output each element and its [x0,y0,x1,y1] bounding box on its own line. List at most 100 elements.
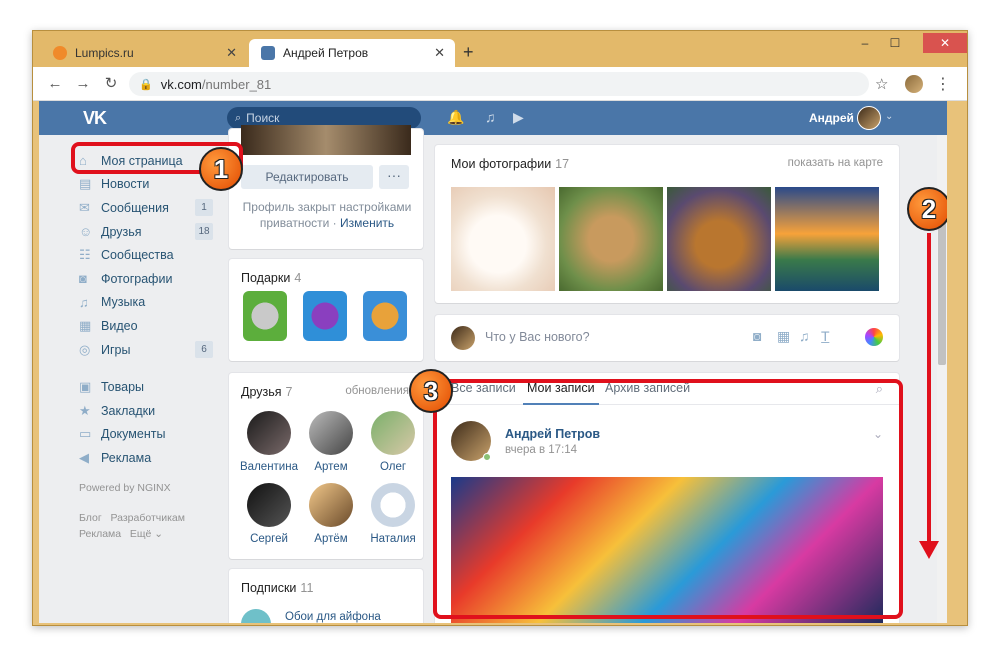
composer-card: Что у Вас нового? ◙ ▦ ♫ T̲ [435,315,899,361]
maximize-button[interactable]: ☐ [881,33,909,53]
friend-tile[interactable]: Валентина [239,411,299,473]
footer-link-dev[interactable]: Разработчикам [110,512,185,524]
privacy-change-link[interactable]: Изменить [340,216,394,230]
gift-2[interactable] [303,291,347,341]
browser-profile-avatar[interactable] [905,75,923,93]
nav-item-3[interactable]: ☺ Друзья 18 [79,220,219,244]
composer-input[interactable]: Что у Вас нового? [485,330,590,344]
nav-item-2[interactable]: ✉ Сообщения 1 [79,196,219,220]
more-button[interactable]: ··· [379,165,409,189]
friends-title-text: Друзья [241,385,282,399]
nav-label: Видео [101,318,138,333]
reload-icon[interactable]: ↻ [101,74,121,94]
tab-vk-profile[interactable]: Андрей Петров ✕ [249,39,455,67]
lock-icon: 🔒 [139,78,153,91]
tab-close-icon[interactable]: ✕ [434,45,445,61]
new-tab-button[interactable]: + [463,43,474,61]
friends-title: Друзья 7 [241,385,293,399]
privacy-notice: Профиль закрыт настройками приватности ·… [239,199,415,231]
nav2-item-0[interactable]: ▣ Товары [79,375,219,399]
photo-cougar-cub[interactable] [559,187,663,291]
footer-link-blog[interactable]: Блог [79,512,102,524]
vk-logo[interactable]: VK [83,108,107,129]
friend-name: Валентина [240,461,298,473]
nav-item-6[interactable]: ♫ Музыка [79,291,219,315]
friend-tile[interactable]: Наталия [363,483,423,545]
friends-count: 7 [285,385,293,399]
subscription-name[interactable]: Обои для айфона [285,611,381,623]
left-nav: ⌂ Моя страница ▤ Новости ✉ Сообщения 1 ☺ Друзья 1… [79,149,219,542]
bookmark-star-icon[interactable]: ☆ [875,75,888,93]
photos-title-text: Мои фотографии [451,157,552,171]
nav-label: Музыка [101,295,146,310]
photos-title: Мои фотографии 17 [451,157,569,171]
annotation-badge-3: 3 [409,369,453,413]
friend-tile[interactable]: Артем [301,411,361,473]
tab-title: Lumpics.ru [75,46,134,60]
nav-item-7[interactable]: ▦ Видео [79,314,219,338]
annotation-box-wall [433,379,903,619]
photo-arctic-fox[interactable] [451,187,555,291]
tab-close-icon[interactable]: ✕ [226,45,237,61]
minimize-button[interactable]: – [851,33,879,53]
nav-item-8[interactable]: ◎ Игры 6 [79,338,219,362]
nav-label: Сообщества [101,248,174,263]
nav-count-badge: 6 [195,340,213,358]
video-icon[interactable]: ▦ [777,328,790,345]
subscriptions-count: 11 [300,581,314,595]
friends-updates-link[interactable]: обновления [345,385,409,397]
nav-item-1[interactable]: ▤ Новости [79,173,219,197]
composer-avatar [451,326,475,350]
url-host: vk.com [160,76,202,92]
subscriptions-title-text: Подписки [241,581,297,595]
nav-label: Сообщения [101,200,169,215]
header-avatar[interactable] [857,106,881,130]
photo-dog[interactable] [667,187,771,291]
back-icon[interactable]: ← [45,74,65,94]
nav-label: Друзья [101,224,142,239]
footer-link-more[interactable]: Ещё ⌄ [130,528,163,540]
nav-item-4[interactable]: ☷ Сообщества [79,243,219,267]
gift-1[interactable] [243,291,287,341]
window-close-button[interactable]: ✕ [923,33,967,53]
profile-photo[interactable] [241,125,411,155]
lumpics-favicon-icon [53,46,67,60]
nav2-item-3[interactable]: ◀ Реклама [79,446,219,470]
friend-name: Сергей [250,533,288,545]
url-input[interactable]: 🔒 vk.com/number_81 [129,72,869,96]
gifts-card: Подарки 4 [229,259,423,361]
camera-icon[interactable]: ◙ [753,328,761,344]
browser-menu-icon[interactable]: ⋮ [935,74,951,94]
forward-icon[interactable]: → [73,74,93,94]
vk-favicon-icon [261,46,275,60]
friend-tile[interactable]: Артём [301,483,361,545]
nav2-item-1[interactable]: ★ Закладки [79,399,219,423]
tab-lumpics[interactable]: Lumpics.ru ✕ [41,39,247,67]
footer-link-ads[interactable]: Реклама [79,528,121,540]
friend-tile[interactable]: Сергей [239,483,299,545]
text-format-icon[interactable]: T̲ [821,328,830,344]
gifts-title-text: Подарки [241,271,291,285]
megaphone-icon: ◀ [79,449,89,465]
friends-icon: ☺ [79,224,93,240]
nav-label: Товары [101,380,144,395]
nav2-item-2[interactable]: ▭ Документы [79,423,219,447]
video-icon: ▦ [79,317,92,333]
bell-icon[interactable]: 🔔 [447,109,464,126]
edit-profile-button[interactable]: Редактировать [241,165,373,189]
header-user-name[interactable]: Андрей [809,111,854,125]
gift-3[interactable] [363,291,407,341]
music-icon[interactable]: ♫ [799,328,810,344]
search-icon: ⌕ [235,111,242,124]
color-palette-icon[interactable] [865,328,883,346]
nav-item-5[interactable]: ◙ Фотографии [79,267,219,291]
play-icon[interactable]: ▶ [513,109,524,126]
photo-sunset[interactable] [775,187,879,291]
subscriptions-card: Подписки 11 Обои для айфона [229,569,423,623]
friends-card: Друзья 7 обновления Валентина Артем Олег Сер… [229,373,423,559]
friend-tile[interactable]: Олег [363,411,423,473]
music-player-icon[interactable]: ♫ [485,109,496,125]
show-on-map-link[interactable]: показать на карте [788,157,883,169]
subscription-avatar[interactable] [241,609,271,623]
chevron-down-icon[interactable]: ⌄ [885,111,893,122]
